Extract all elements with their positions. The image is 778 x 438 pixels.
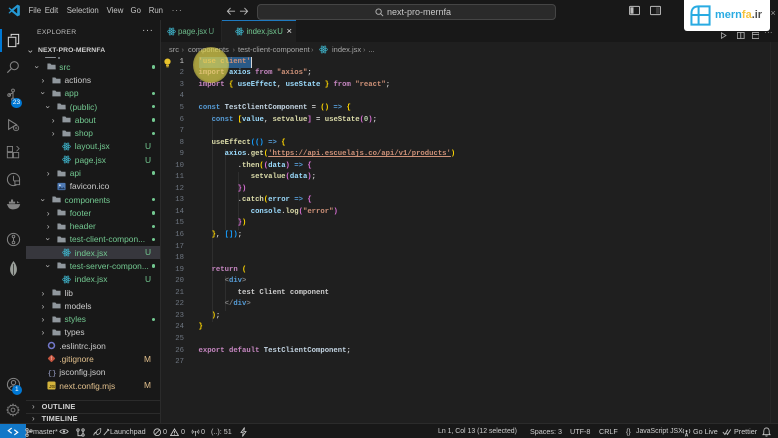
svg-text:{}: {} — [47, 370, 56, 377]
svg-text:JS: JS — [49, 384, 56, 390]
